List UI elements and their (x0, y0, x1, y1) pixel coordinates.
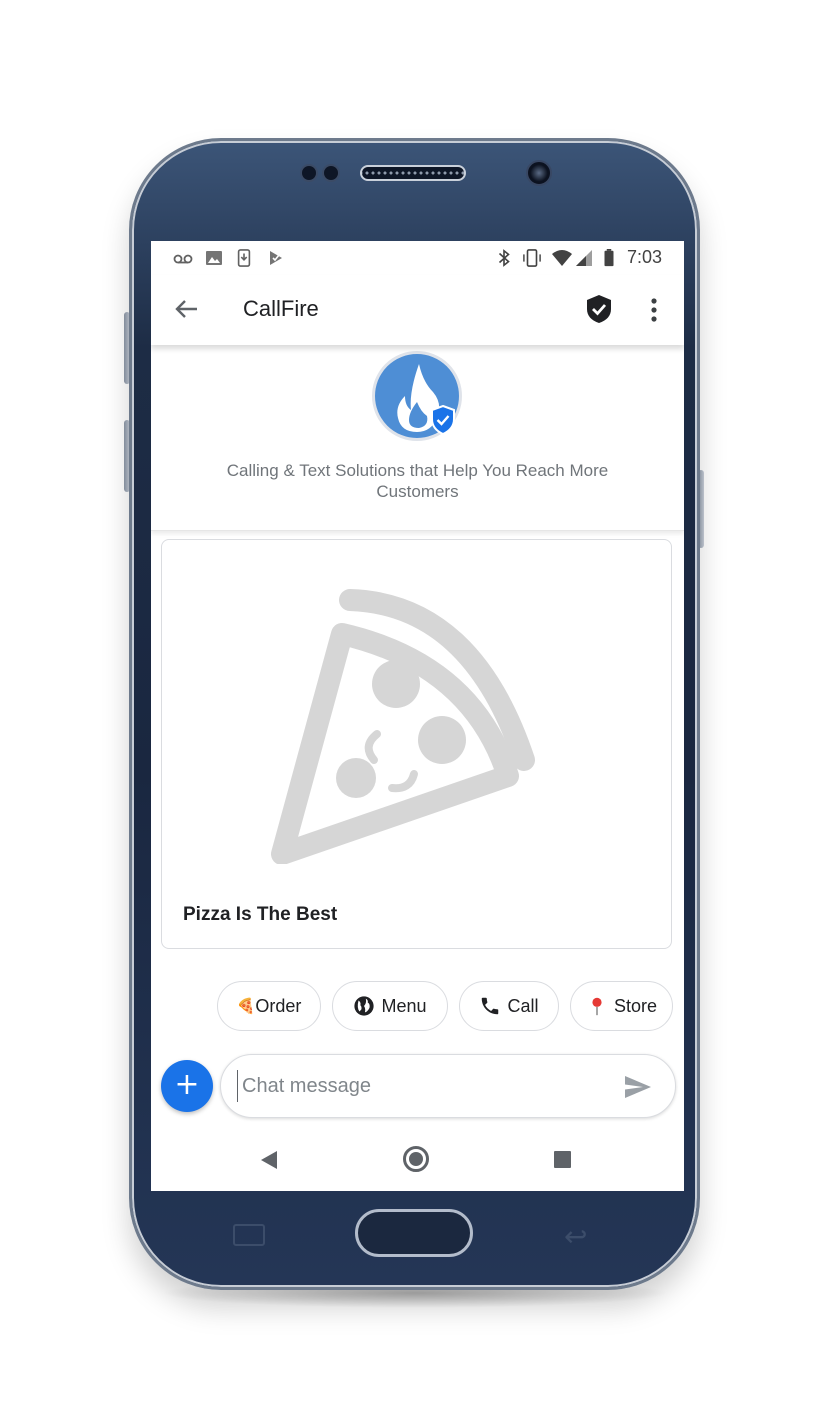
hardware-recents-key[interactable] (233, 1224, 265, 1246)
message-composer (220, 1054, 676, 1118)
nav-back-icon[interactable] (261, 1151, 277, 1169)
wifi-icon (552, 250, 572, 266)
send-icon[interactable] (623, 1073, 653, 1101)
page-title: CallFire (243, 296, 319, 321)
business-profile-header: Calling & Text Solutions that Help You R… (151, 345, 684, 531)
chat-message-input[interactable] (237, 1070, 597, 1102)
proximity-sensor (300, 164, 318, 182)
pizza-emoji: 🍕 (236, 997, 256, 1015)
chip-order-label: Order (255, 995, 302, 1016)
bluetooth-icon (498, 249, 510, 267)
hardware-home-button[interactable] (355, 1209, 473, 1257)
business-tagline: Calling & Text Solutions that Help You R… (226, 461, 609, 501)
status-bar: 7:03 (151, 241, 684, 275)
light-sensor (322, 164, 340, 182)
chip-call-label: Call (507, 995, 539, 1016)
voicemail-icon (173, 254, 193, 264)
chip-store-label: Store (613, 995, 658, 1016)
phone-icon (482, 997, 499, 1015)
signal-icon (576, 250, 592, 266)
battery-icon (604, 249, 614, 267)
add-attachment-button[interactable]: + (161, 1060, 213, 1112)
phone-screen: 7:03 CallFire Calling & Text Solutions t… (151, 241, 684, 1191)
hardware-back-key[interactable]: ↩ (564, 1220, 587, 1253)
front-camera (526, 160, 552, 186)
chip-order[interactable]: 🍕 Order (217, 981, 321, 1031)
nav-home-icon[interactable] (403, 1146, 429, 1172)
verified-check-icon (431, 405, 455, 435)
chip-menu-label: Menu (381, 995, 427, 1016)
download-icon (237, 249, 251, 267)
more-vert-icon[interactable] (643, 295, 665, 325)
arrow-back-icon[interactable] (173, 295, 201, 323)
system-nav-bar (151, 1131, 684, 1191)
earpiece-speaker (360, 165, 466, 181)
nav-recents-icon[interactable] (554, 1151, 571, 1168)
rich-card-title: Pizza Is The Best (183, 904, 338, 925)
chip-store[interactable]: Store (570, 981, 673, 1031)
app-bar: CallFire (151, 275, 684, 345)
verified-shield-icon[interactable] (585, 294, 613, 324)
chip-menu[interactable]: Menu (332, 981, 448, 1031)
image-icon (206, 251, 222, 265)
chip-call[interactable]: Call (459, 981, 559, 1031)
rich-card[interactable]: Pizza Is The Best (161, 539, 672, 949)
play-store-icon (270, 251, 282, 265)
status-time: 7:03 (626, 247, 662, 267)
suggestion-chips: 🍕 Order Menu Call Store (215, 981, 684, 1031)
globe-icon (354, 996, 375, 1016)
vibrate-icon (523, 249, 541, 267)
pizza-slice-icon (271, 589, 535, 864)
pin-emoji (592, 997, 602, 1016)
